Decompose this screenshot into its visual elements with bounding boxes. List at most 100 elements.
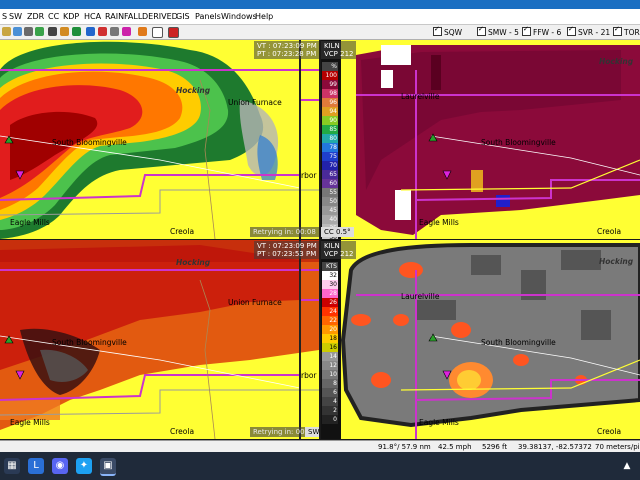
legend-value: 6 — [322, 388, 338, 397]
retry-status-top-left: Retrying in: 00:08 — [250, 227, 319, 237]
legend-unit: KTS — [322, 262, 338, 271]
legend-value: 24 — [322, 307, 338, 316]
stop-icon[interactable] — [168, 27, 179, 38]
home-icon[interactable] — [2, 27, 11, 36]
menu-bar: S SW ZDR CC KDP HCA RAINFALL DERIVED GIS… — [0, 9, 640, 25]
taskbar: ▦ L ◉ ✦ ▣ ▲ — [0, 452, 640, 480]
menu-kdp[interactable]: KDP — [63, 12, 79, 21]
pencil-icon[interactable] — [86, 27, 95, 36]
status-coords: 39.38137, -82.57372 — [518, 443, 592, 451]
text-icon[interactable] — [152, 27, 163, 38]
status-height: 5296 ft — [482, 443, 508, 451]
menu-cc[interactable]: CC — [48, 12, 59, 21]
reflectivity-radar-image — [0, 40, 319, 239]
radar-panel-cc[interactable]: % 100 99 98 96 94 90 85 80 78 75 70 65 6… — [321, 40, 640, 239]
site-info-bottom-right: KILN VCP 212 — [321, 241, 357, 259]
label-eagle-mills: Eagle Mills — [419, 418, 459, 427]
legend-value: 55 — [322, 188, 338, 197]
radar-panel-kts[interactable]: KTS 32 30 28 26 24 22 20 18 16 14 12 10 … — [321, 240, 640, 439]
marker-icon[interactable] — [138, 27, 147, 36]
legend-value: 80 — [322, 134, 338, 143]
legend-value: 65 — [322, 170, 338, 179]
settings-icon[interactable] — [24, 27, 33, 36]
warning-toggle-svr[interactable]: SVR - 21 — [567, 25, 610, 37]
legend-value: 22 — [322, 316, 338, 325]
label-partial-town: rbor — [301, 371, 317, 380]
legend-value: 20 — [322, 325, 338, 334]
status-speed: 42.5 mph — [438, 443, 472, 451]
legend-value: 99 — [322, 80, 338, 89]
label-partial-town: rbor — [301, 171, 317, 180]
warning-toggle-sqw[interactable]: SQW — [433, 25, 462, 37]
menu-sw[interactable]: SW — [9, 12, 22, 21]
label-laurelville: Laurelville — [401, 92, 440, 101]
time-info-bottom-left: VT : 07:23:09 PM PT : 07:23:53 PM — [254, 241, 319, 259]
label-eagle-mills: Eagle Mills — [419, 218, 459, 227]
label-eagle-mills: Eagle Mills — [10, 218, 50, 227]
legend-value: 98 — [322, 89, 338, 98]
label-south-bloomingville: South Bloomingville — [481, 138, 556, 147]
label-creola: Creola — [597, 427, 622, 436]
warning-icon[interactable] — [98, 27, 107, 36]
legend-value: 0 — [322, 415, 338, 424]
legend-unit: % — [322, 62, 338, 71]
legend-value: 18 — [322, 334, 338, 343]
layers-icon[interactable] — [60, 27, 69, 36]
legend-value: 90 — [322, 116, 338, 125]
circle-icon[interactable] — [110, 27, 119, 36]
warning-toggle-ffw[interactable]: FFW - 6 — [522, 25, 561, 37]
label-hocking: Hocking — [599, 257, 634, 266]
label-south-bloomingville: South Bloomingville — [481, 338, 556, 347]
legend-value: 10 — [322, 370, 338, 379]
location-icon[interactable] — [35, 27, 44, 36]
legend-value: 2 — [322, 406, 338, 415]
legend-value: 60 — [322, 179, 338, 188]
menu-rainfall[interactable]: RAINFALL — [105, 12, 142, 21]
site-info-top-right: KILN VCP 212 — [321, 41, 357, 59]
menu-gis[interactable]: GIS — [176, 12, 190, 21]
twitter-icon[interactable]: ✦ — [76, 458, 92, 474]
menu-derived[interactable]: DERIVED — [142, 12, 178, 21]
label-laurelville: Laurelville — [401, 292, 440, 301]
legend-value: 85 — [322, 125, 338, 134]
legend-value: 26 — [322, 298, 338, 307]
menu-panels[interactable]: Panels — [195, 12, 221, 21]
label-creola: Creola — [170, 427, 195, 436]
warning-toggle-tor[interactable]: TOR — [613, 25, 640, 37]
legend-value: 12 — [322, 361, 338, 370]
triangle-icon[interactable] — [122, 27, 131, 36]
menu-s[interactable]: S — [2, 12, 7, 21]
product-label-sw: SW — [305, 427, 319, 437]
warning-toggle-smw[interactable]: SMW - 5 — [477, 25, 519, 37]
legend-value: 75 — [322, 152, 338, 161]
radar-app-icon[interactable]: ▣ — [100, 458, 116, 476]
legend-value: 70 — [322, 161, 338, 170]
toolbar: SQW SMW - 5 FFW - 6 SVR - 21 TOR — [0, 25, 640, 40]
label-union-furnace: Union Furnace — [228, 298, 282, 307]
status-scale: 70 meters/pix — [595, 443, 640, 451]
menu-windows[interactable]: Windows — [221, 12, 257, 21]
launcher-l-icon[interactable]: L — [28, 458, 44, 474]
legend-value: 16 — [322, 343, 338, 352]
product-label-cc: CC 0.5° — [321, 227, 354, 237]
storm-icon[interactable] — [72, 27, 81, 36]
legend-value: 32 — [322, 271, 338, 280]
windows-start-icon[interactable]: ▦ — [4, 458, 20, 474]
refresh-icon[interactable] — [13, 27, 22, 36]
label-hocking: Hocking — [176, 86, 211, 95]
cc-color-legend: % 100 99 98 96 94 90 85 80 78 75 70 65 6… — [322, 62, 338, 239]
menu-hca[interactable]: HCA — [84, 12, 101, 21]
sw-radar-image — [0, 240, 319, 439]
legend-value: 45 — [322, 206, 338, 215]
legend-value: 30 — [322, 280, 338, 289]
label-hocking: Hocking — [599, 57, 634, 66]
menu-zdr[interactable]: ZDR — [27, 12, 44, 21]
label-south-bloomingville: South Bloomingville — [52, 138, 127, 147]
legend-value: 50 — [322, 197, 338, 206]
menu-help[interactable]: Help — [255, 12, 273, 21]
radar-panel-spectrum-width[interactable]: Hocking Union Furnace South Bloomingvill… — [0, 240, 319, 439]
discord-icon[interactable]: ◉ — [52, 458, 68, 474]
network-icon[interactable]: ▲ — [620, 458, 634, 474]
gear-icon[interactable] — [48, 27, 57, 36]
radar-panel-reflectivity[interactable]: Hocking Union Furnace South Bloomingvill… — [0, 40, 319, 239]
